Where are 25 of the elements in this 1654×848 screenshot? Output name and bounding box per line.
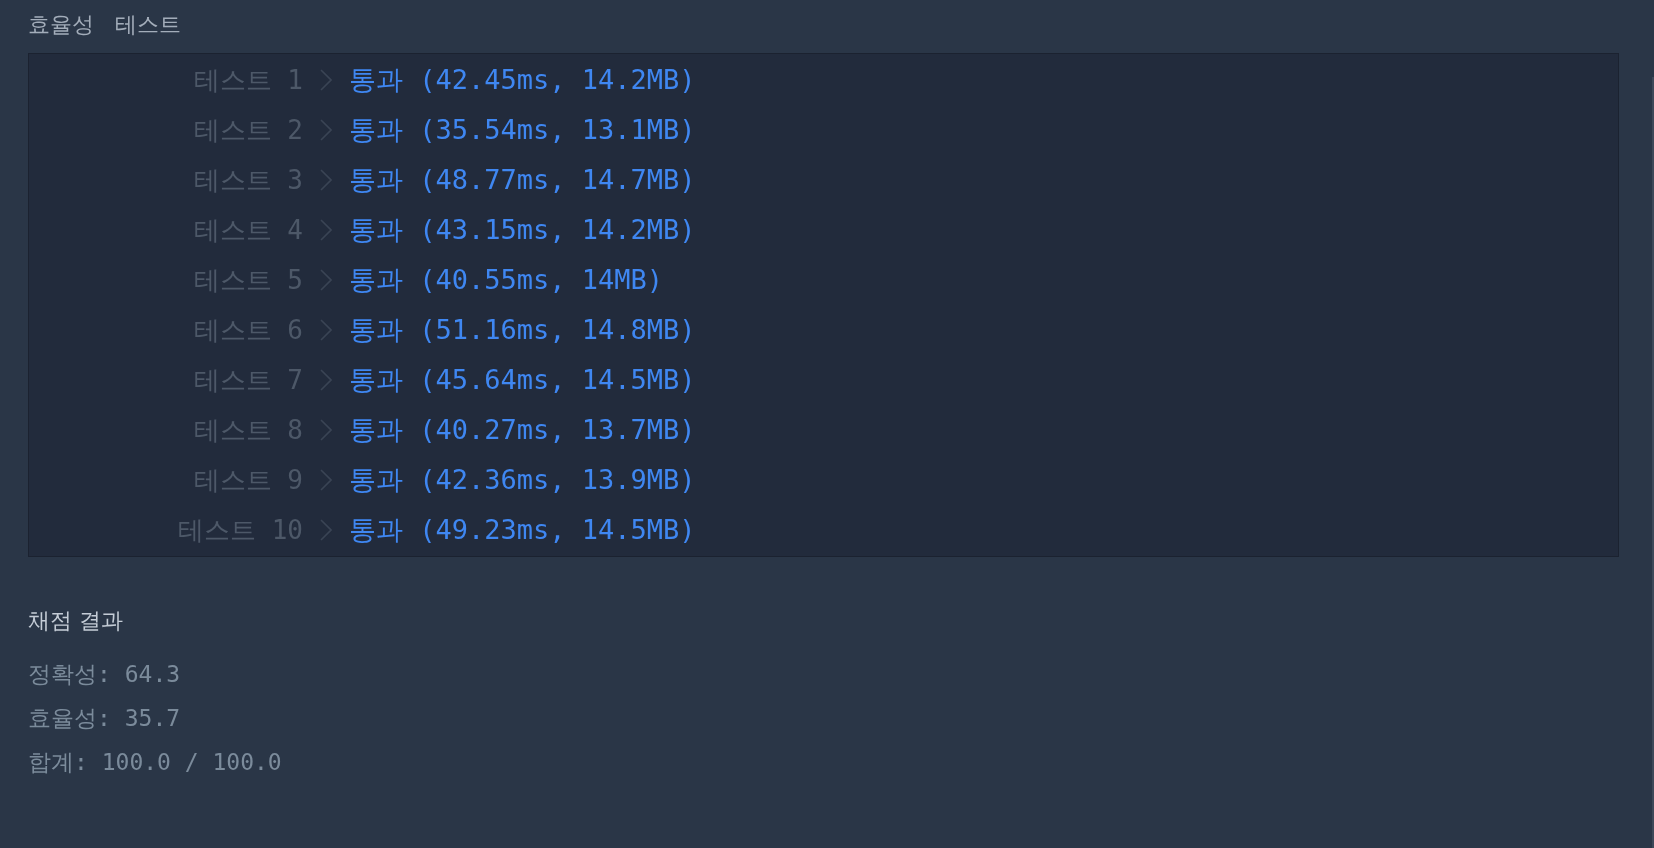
test-result: 통과 (43.15ms, 14.2MB) — [349, 213, 696, 247]
section-title: 효율성 테스트 — [28, 11, 181, 39]
test-result: 통과 (48.77ms, 14.7MB) — [349, 163, 696, 197]
score-line: 효율성: 35.7 — [28, 704, 181, 733]
chevron-icon — [320, 419, 332, 441]
chevron-icon — [320, 319, 332, 341]
chevron-icon — [320, 519, 332, 541]
test-result: 통과 (35.54ms, 13.1MB) — [349, 113, 696, 147]
grading-title: 채점 결과 — [28, 607, 123, 635]
score-line: 합계: 100.0 / 100.0 — [28, 748, 282, 777]
test-result: 통과 (51.16ms, 14.8MB) — [349, 313, 696, 347]
chevron-icon — [320, 369, 332, 391]
test-result: 통과 (49.23ms, 14.5MB) — [349, 513, 696, 547]
test-result: 통과 (42.45ms, 14.2MB) — [349, 63, 696, 97]
test-result: 통과 (42.36ms, 13.9MB) — [349, 463, 696, 497]
chevron-icon — [320, 119, 332, 141]
chevron-icon — [320, 269, 332, 291]
chevron-icon — [320, 219, 332, 241]
chevron-icon — [320, 169, 332, 191]
test-result: 통과 (40.27ms, 13.7MB) — [349, 413, 696, 447]
chevron-icon — [320, 469, 332, 491]
test-result: 통과 (40.55ms, 14MB) — [349, 263, 664, 297]
score-line: 정확성: 64.3 — [28, 660, 181, 689]
chevron-icon — [320, 69, 332, 91]
test-result: 통과 (45.64ms, 14.5MB) — [349, 363, 696, 397]
